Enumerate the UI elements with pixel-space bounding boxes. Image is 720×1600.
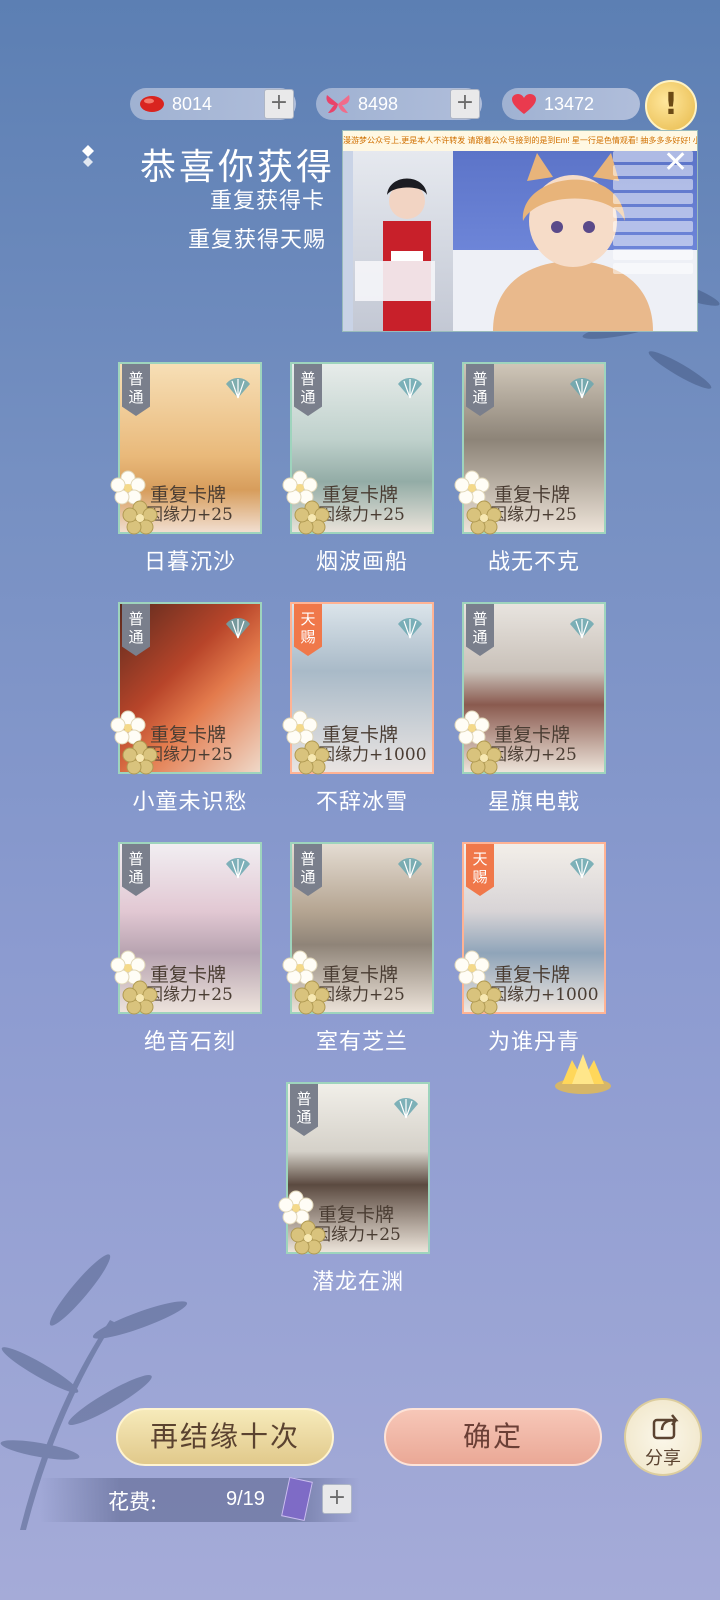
stream-overlay[interactable]: 漫游梦公众号上,更是本人不许转发 请跟着公众号接到的是到Em! 星一行是色情观看… bbox=[342, 130, 698, 332]
gold-flower-icon bbox=[294, 500, 330, 535]
fan-icon bbox=[394, 1098, 418, 1119]
card-reward-label: 因缘力+25 bbox=[146, 745, 233, 765]
gold-flower-icon bbox=[122, 500, 158, 535]
card-reward-label: 因缘力+25 bbox=[318, 505, 405, 525]
card-reward-label: 因缘力+25 bbox=[490, 505, 577, 525]
card-reward-label: 因缘力+25 bbox=[146, 505, 233, 525]
racer-character-image bbox=[355, 178, 435, 331]
add-butterfly-button[interactable]: + bbox=[450, 89, 480, 119]
card-reward-label: 因缘力+25 bbox=[490, 745, 577, 765]
card-name: 不辞冰雪 bbox=[315, 790, 408, 815]
red-bean-icon bbox=[138, 93, 166, 115]
gold-flower-icon bbox=[466, 740, 502, 775]
share-label: 分享 bbox=[645, 1448, 681, 1469]
gold-flower-icon bbox=[290, 1220, 326, 1255]
share-icon bbox=[652, 1414, 679, 1440]
card-name: 潜龙在渊 bbox=[311, 1270, 404, 1295]
card-name: 战无不克 bbox=[487, 550, 580, 575]
card-name: 小童未识愁 bbox=[132, 790, 248, 815]
rarity-tag: 普通 bbox=[290, 1084, 318, 1136]
heart-count: 13472 bbox=[544, 93, 595, 114]
fan-icon bbox=[398, 618, 422, 639]
rarity-tag: 普通 bbox=[122, 604, 150, 656]
fan-icon bbox=[226, 618, 250, 639]
card-reward-label: 因缘力+1000 bbox=[318, 745, 427, 765]
rarity-tag: 普通 bbox=[466, 604, 494, 656]
rarity-tag: 普通 bbox=[122, 364, 150, 416]
duplicate-tianci-subtitle: 重复获得天赐 bbox=[188, 228, 327, 253]
stream-game-view bbox=[353, 151, 453, 331]
card-name: 星旗电戟 bbox=[487, 790, 580, 815]
gold-flower-icon bbox=[122, 980, 158, 1015]
currency-butterfly: 8498 + bbox=[316, 88, 482, 120]
fan-icon bbox=[398, 858, 422, 879]
draw-cost-bar: 花费: 9/19 + bbox=[40, 1476, 360, 1522]
butterfly-icon bbox=[324, 93, 352, 115]
rarity-tag: 普通 bbox=[294, 364, 322, 416]
fan-icon bbox=[570, 618, 594, 639]
card-reward-label: 因缘力+1000 bbox=[490, 985, 599, 1005]
draw-ten-again-button[interactable]: 再结缘十次 bbox=[116, 1408, 334, 1466]
red-bean-count: 8014 bbox=[172, 93, 213, 114]
rarity-tag: 普通 bbox=[122, 844, 150, 896]
lotus-lantern-icon[interactable] bbox=[552, 1050, 614, 1096]
card-reward-label: 因缘力+25 bbox=[318, 985, 405, 1005]
rarity-tag: 天赐 bbox=[294, 604, 322, 656]
cost-value: 9/19 bbox=[226, 1488, 265, 1510]
card-reward-label: 因缘力+25 bbox=[146, 985, 233, 1005]
card-name: 烟波画船 bbox=[315, 550, 408, 575]
add-ticket-button[interactable]: + bbox=[322, 1484, 352, 1514]
card-name: 绝音石刻 bbox=[143, 1030, 236, 1055]
close-icon[interactable]: ✕ bbox=[663, 145, 688, 180]
fan-icon bbox=[226, 378, 250, 399]
currency-heart: 13472 bbox=[502, 88, 640, 120]
card-name: 日暮沉沙 bbox=[143, 550, 236, 575]
gold-flower-icon bbox=[294, 740, 330, 775]
gold-flower-icon bbox=[466, 500, 502, 535]
add-red-bean-button[interactable]: + bbox=[264, 89, 294, 119]
alert-icon-button[interactable]: ! bbox=[645, 80, 697, 132]
cost-label: 花费: bbox=[108, 1490, 158, 1514]
rarity-tag: 天赐 bbox=[466, 844, 494, 896]
share-button[interactable]: 分享 bbox=[624, 1398, 702, 1476]
fan-icon bbox=[398, 378, 422, 399]
fan-icon bbox=[570, 858, 594, 879]
card-name: 室有芝兰 bbox=[315, 1030, 408, 1055]
diamond-ornament-icon bbox=[82, 145, 94, 167]
rarity-tag: 普通 bbox=[466, 364, 494, 416]
heart-icon bbox=[510, 93, 538, 115]
fan-icon bbox=[226, 858, 250, 879]
fan-icon bbox=[570, 378, 594, 399]
rarity-tag: 普通 bbox=[294, 844, 322, 896]
confirm-button[interactable]: 确定 bbox=[384, 1408, 602, 1466]
duplicate-card-subtitle: 重复获得卡 bbox=[210, 189, 326, 214]
butterfly-count: 8498 bbox=[358, 93, 399, 114]
card-reward-label: 因缘力+25 bbox=[314, 1225, 401, 1245]
gold-flower-icon bbox=[122, 740, 158, 775]
ticket-icon bbox=[281, 1476, 313, 1522]
gold-flower-icon bbox=[466, 980, 502, 1015]
stream-banner: 漫游梦公众号上,更是本人不许转发 请跟着公众号接到的是到Em! 星一行是色情观看… bbox=[343, 131, 697, 151]
currency-red-bean: 8014 + bbox=[130, 88, 296, 120]
gold-flower-icon bbox=[294, 980, 330, 1015]
